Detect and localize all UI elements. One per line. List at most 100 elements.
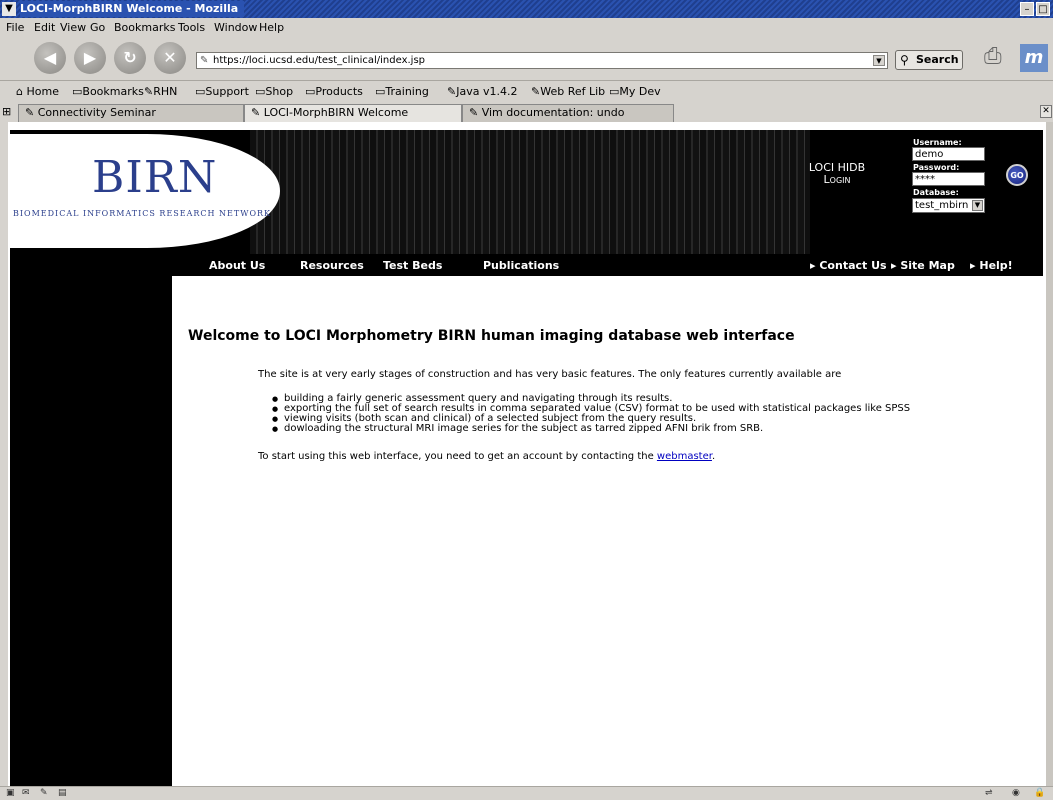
page-icon: ✎ — [200, 55, 209, 66]
chevron-down-icon: ▼ — [972, 200, 983, 211]
menu-tools[interactable]: Tools — [178, 20, 205, 35]
navigator-icon[interactable]: ▣ — [6, 788, 15, 799]
menu-file[interactable]: File — [6, 20, 24, 35]
menu-window[interactable]: Window — [214, 20, 257, 35]
login-title-line2: Login — [823, 173, 851, 186]
nav-site-map[interactable]: ▸ Site Map — [891, 259, 955, 272]
status-bar: ▣ ✉ ✎ ▤ ⇌ ◉ 🔒 — [0, 786, 1053, 800]
bookmark-java[interactable]: ✎Java v1.4.2 — [447, 84, 517, 99]
bookmark-products[interactable]: ▭Products — [305, 84, 363, 99]
link-icon: ✎ — [447, 85, 457, 98]
menu-edit[interactable]: Edit — [34, 20, 55, 35]
url-dropdown-icon[interactable]: ▼ — [873, 55, 885, 66]
window-title-bar: ▼ LOCI-MorphBIRN Welcome - Mozilla – □ — [0, 0, 1053, 18]
bookmark-rhn[interactable]: ✎RHN — [144, 84, 177, 99]
online-status-icon: ⇌ — [985, 788, 993, 798]
database-label: Database: — [913, 188, 959, 197]
new-tab-icon[interactable]: ⊞ — [2, 105, 16, 119]
password-field[interactable] — [912, 172, 985, 186]
site-navigation: About Us Resources Test Beds Publication… — [10, 254, 1043, 276]
search-button[interactable]: ⚲ Search — [895, 50, 963, 70]
link-icon: ✎ — [144, 85, 154, 98]
tab-page-icon: ✎ — [25, 106, 38, 119]
arrow-right-icon: ▸ — [891, 259, 901, 272]
menu-view[interactable]: View — [60, 20, 86, 35]
vertical-scrollbar[interactable] — [1046, 122, 1053, 786]
banner-circuit-image — [250, 130, 810, 254]
site-banner: BIRN BIOMEDICAL INFORMATICS RESEARCH NET… — [10, 130, 1043, 254]
page-heading: Welcome to LOCI Morphometry BIRN human i… — [188, 328, 795, 344]
menu-bar: File Edit View Go Bookmarks Tools Window… — [0, 18, 1053, 37]
main-content — [172, 276, 1043, 786]
bookmark-bookmarks[interactable]: ▭Bookmarks — [72, 84, 144, 99]
nav-publications[interactable]: Publications — [483, 259, 559, 272]
navigation-toolbar: ◀ ▶ ↻ ✕ ✎ https://loci.ucsd.edu/test_cli… — [0, 37, 1053, 81]
folder-icon: ▭ — [72, 85, 83, 98]
menu-go[interactable]: Go — [90, 20, 105, 35]
print-icon[interactable]: ⎙ — [984, 43, 1010, 71]
password-label: Password: — [913, 163, 960, 172]
url-text: https://loci.ucsd.edu/test_clinical/inde… — [213, 55, 425, 66]
birn-logo: BIRN — [92, 152, 218, 203]
bookmark-support[interactable]: ▭Support — [195, 84, 249, 99]
home-icon: ⌂ — [16, 85, 27, 98]
bookmark-web-ref-lib[interactable]: ✎Web Ref Lib — [531, 84, 605, 99]
bookmark-training[interactable]: ▭Training — [375, 84, 429, 99]
tab-loci-morphbirn-welcome[interactable]: ✎ LOCI-MorphBIRN Welcome — [244, 104, 462, 122]
nav-test-beds[interactable]: Test Beds — [383, 259, 442, 272]
nav-resources[interactable]: Resources — [300, 259, 364, 272]
intro-text: The site is at very early stages of cons… — [258, 369, 842, 380]
folder-icon: ▭ — [609, 85, 620, 98]
nav-contact-us[interactable]: ▸ Contact Us — [810, 259, 887, 272]
bookmark-my-dev[interactable]: ▭My Dev — [609, 84, 661, 99]
security-icon: ◉ — [1012, 788, 1020, 798]
nav-help[interactable]: ▸ Help! — [970, 259, 1013, 272]
arrow-right-icon: ▸ — [970, 259, 980, 272]
bookmark-home[interactable]: ⌂ Home — [16, 84, 59, 99]
database-select[interactable]: test_mbirn ▼ — [912, 198, 985, 213]
go-button[interactable]: GO — [1006, 164, 1028, 186]
tab-connectivity-seminar[interactable]: ✎ Connectivity Seminar — [18, 104, 244, 122]
back-icon[interactable]: ◀ — [34, 42, 66, 74]
folder-icon: ▭ — [255, 85, 266, 98]
arrow-right-icon: ▸ — [810, 259, 820, 272]
link-icon: ✎ — [531, 85, 541, 98]
composer-icon[interactable]: ✎ — [40, 788, 48, 799]
url-field[interactable]: ✎ https://loci.ucsd.edu/test_clinical/in… — [196, 52, 888, 69]
forward-icon[interactable]: ▶ — [74, 42, 106, 74]
menu-bookmarks[interactable]: Bookmarks — [114, 20, 175, 35]
bookmark-shop[interactable]: ▭Shop — [255, 84, 293, 99]
folder-icon: ▭ — [375, 85, 386, 98]
folder-icon: ▭ — [305, 85, 316, 98]
reload-icon[interactable]: ↻ — [114, 42, 146, 74]
tab-vim-documentation[interactable]: ✎ Vim documentation: undo — [462, 104, 674, 122]
minimize-icon[interactable]: – — [1020, 2, 1034, 16]
username-field[interactable] — [912, 147, 985, 161]
tab-bar: ⊞ ✎ Connectivity Seminar ✎ LOCI-MorphBIR… — [0, 103, 1053, 122]
birn-logo-subtitle: BIOMEDICAL INFORMATICS RESEARCH NETWORK — [13, 209, 272, 218]
menu-help[interactable]: Help — [259, 20, 284, 35]
left-sidebar — [10, 276, 172, 786]
webmaster-link[interactable]: webmaster — [657, 451, 712, 462]
mozilla-logo-icon: m — [1020, 44, 1048, 72]
username-label: Username: — [913, 138, 962, 147]
search-icon: ⚲ — [900, 53, 909, 67]
database-select-value: test_mbirn — [915, 200, 969, 211]
list-item: dowloading the structural MRI image seri… — [272, 424, 910, 435]
search-button-label: Search — [916, 53, 959, 66]
nav-about-us[interactable]: About Us — [209, 259, 265, 272]
stop-icon[interactable]: ✕ — [154, 42, 186, 74]
outro-text: To start using this web interface, you n… — [258, 451, 716, 462]
window-menu-icon[interactable]: ▼ — [2, 2, 16, 16]
bookmarks-toolbar: ⌂ Home ▭Bookmarks ✎RHN ▭Support ▭Shop ▭P… — [0, 81, 1053, 102]
folder-icon: ▭ — [195, 85, 206, 98]
window-title: LOCI-MorphBIRN Welcome - Mozilla — [20, 1, 245, 17]
mail-icon[interactable]: ✉ — [22, 788, 30, 799]
maximize-icon[interactable]: □ — [1036, 2, 1050, 16]
address-book-icon[interactable]: ▤ — [58, 788, 67, 799]
close-tab-icon[interactable]: ✕ — [1040, 105, 1052, 118]
lock-icon: 🔒 — [1034, 788, 1046, 798]
tab-page-icon: ✎ — [251, 106, 264, 119]
tab-page-icon: ✎ — [469, 106, 482, 119]
feature-list: building a fairly generic assessment que… — [272, 394, 910, 435]
